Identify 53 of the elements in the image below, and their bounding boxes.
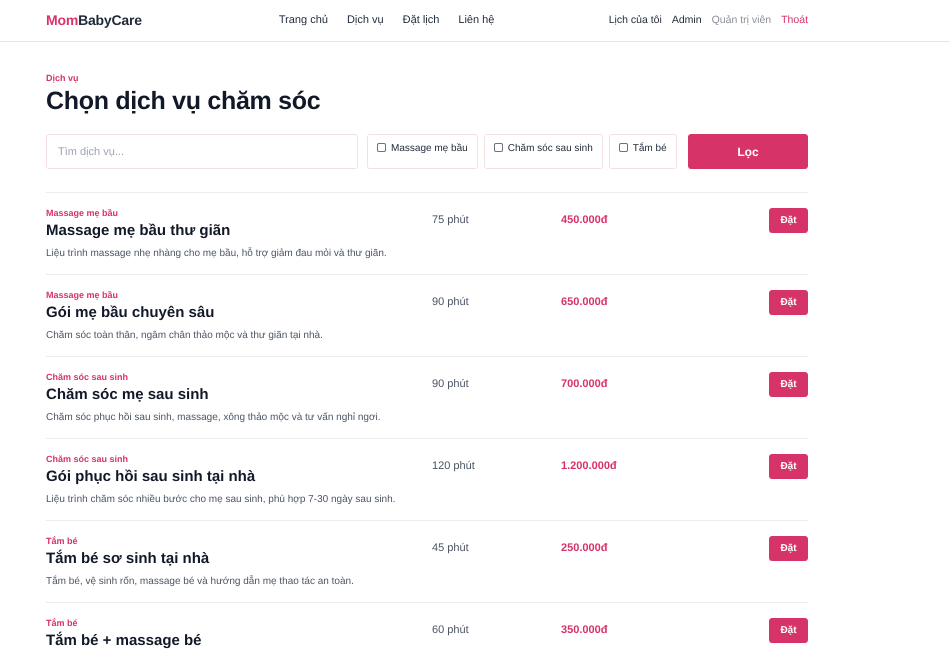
nav-link[interactable]: Trang chủ — [278, 12, 328, 29]
service-duration: 45 phút — [432, 542, 469, 554]
service-category: Tắm bé — [46, 535, 78, 547]
page-title: Chọn dịch vụ chăm sóc — [46, 86, 320, 116]
nav-link[interactable]: Đặt lịch — [402, 12, 440, 29]
book-button[interactable]: Đặt — [769, 618, 808, 643]
logout-link[interactable]: Thoát — [781, 12, 808, 28]
service-price: 350.000đ — [561, 624, 608, 636]
service-description: Liệu trình chăm sóc nhiều bước cho mẹ sau sinh, phù hợp 7-30 ngày sau sinh. — [46, 493, 396, 507]
service-category: Tắm bé — [46, 617, 78, 629]
search-field[interactable]: Tìm dịch vụ... — [46, 134, 358, 169]
service-price: 650.000đ — [561, 296, 608, 308]
nav-link[interactable]: Liên hệ — [458, 12, 494, 29]
category-filter[interactable]: Tắm bé — [608, 134, 677, 169]
book-button[interactable]: Đặt — [769, 454, 808, 479]
service-duration: 90 phút — [432, 378, 469, 390]
service-duration: 120 phút — [432, 460, 475, 472]
service-duration: 75 phút — [432, 214, 469, 226]
service-duration: 90 phút — [432, 296, 469, 308]
service-name: Chăm sóc mẹ sau sinh — [46, 385, 209, 405]
checkbox[interactable] — [377, 143, 386, 152]
service-price: 700.000đ — [561, 378, 608, 390]
service-category: Massage mẹ bầu — [46, 289, 118, 301]
service-name: Gói phục hồi sau sinh tại nhà — [46, 467, 256, 487]
book-button[interactable]: Đặt — [769, 536, 808, 561]
service-price: 450.000đ — [561, 214, 608, 226]
service-name: Tắm bé + massage bé — [46, 631, 202, 651]
section-eyebrow: Dịch vụ — [46, 72, 79, 84]
service-name: Massage mẹ bầu thư giãn — [46, 221, 230, 241]
checkbox[interactable] — [494, 143, 503, 152]
service-category: Chăm sóc sau sinh — [46, 371, 128, 383]
filter-button[interactable]: Lọc — [688, 134, 808, 169]
book-button[interactable]: Đặt — [769, 208, 808, 233]
service-name: Tắm bé sơ sinh tại nhà — [46, 549, 210, 569]
category-filter[interactable]: Chăm sóc sau sinh — [484, 134, 603, 169]
service-price: 250.000đ — [561, 542, 608, 554]
service-category: Chăm sóc sau sinh — [46, 453, 128, 465]
service-description: Chăm sóc phục hồi sau sinh, massage, xông thảo mộc và tư vấn nghỉ ngơi. — [46, 411, 381, 425]
service-price: 1.200.000đ — [561, 460, 617, 472]
service-description: Liệu trình massage nhẹ nhàng cho mẹ bầu, hỗ trợ giảm đau mỏi và thư giãn. — [46, 247, 387, 261]
service-description: Tắm bé, vệ sinh rốn, massage bé và hướng dẫn mẹ thao tác an toàn. — [46, 575, 354, 589]
book-button[interactable]: Đặt — [769, 290, 808, 315]
service-category: Massage mẹ bầu — [46, 207, 118, 219]
user-name-link[interactable]: Admin — [672, 12, 702, 28]
service-name: Gói mẹ bầu chuyên sâu — [46, 303, 214, 323]
service-description: Chăm sóc toàn thân, ngâm chân thảo mộc và thư giãn tại nhà. — [46, 329, 323, 343]
nav-link[interactable]: Dịch vụ — [346, 12, 384, 29]
logo[interactable]: MomBabyCare — [46, 10, 142, 31]
book-button[interactable]: Đặt — [769, 372, 808, 397]
checkbox[interactable] — [618, 143, 628, 152]
category-filter[interactable]: Massage mẹ bầu — [367, 134, 478, 169]
service-duration: 60 phút — [432, 624, 469, 636]
nav-link[interactable]: Lịch của tôi — [608, 12, 662, 28]
